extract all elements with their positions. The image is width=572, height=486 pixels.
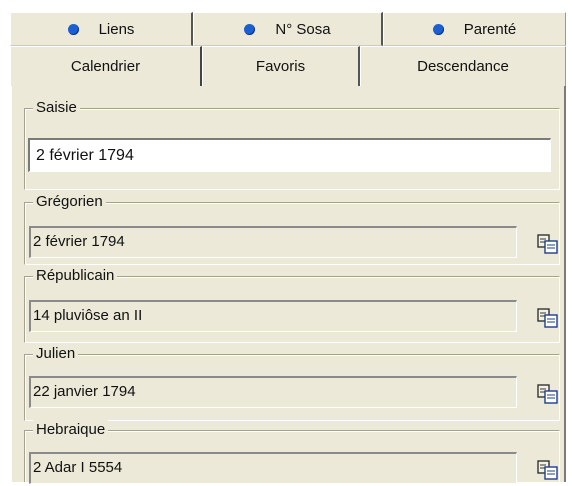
tab-label: N° Sosa (275, 20, 331, 38)
blue-dot-icon (67, 23, 79, 35)
gregorian-date-field[interactable]: 2 février 1794 (29, 226, 517, 258)
julian-date-field[interactable]: 22 janvier 1794 (29, 376, 517, 408)
date-input-field[interactable] (28, 138, 551, 172)
copy-to-clipboard-icon[interactable] (535, 306, 561, 330)
copy-to-clipboard-icon[interactable] (535, 232, 561, 256)
saisie-legend: Saisie (33, 98, 80, 118)
tab-label: Favoris (255, 58, 306, 75)
copy-to-clipboard-icon[interactable] (535, 382, 561, 406)
republican-legend: Républicain (33, 266, 118, 286)
tab-liens[interactable]: Liens (10, 12, 193, 46)
tab-row-top: Liens N° Sosa Parenté (10, 12, 566, 46)
tab-favoris[interactable]: Favoris (202, 46, 360, 86)
tab-label: Calendrier (70, 58, 141, 75)
hebrew-legend: Hebraique (33, 420, 109, 440)
tab-sosa[interactable]: N° Sosa (193, 12, 383, 46)
gregorian-legend: Grégorien (33, 192, 106, 212)
tab-label: Liens (98, 20, 135, 38)
calendar-window: Liens N° Sosa Parenté Calendrier Favoris… (0, 0, 572, 484)
tab-label: Descendance (417, 58, 509, 75)
republican-date-field[interactable]: 14 pluviôse an II (29, 300, 517, 332)
blue-dot-icon (432, 23, 444, 35)
tab-calendrier[interactable]: Calendrier (10, 46, 202, 86)
tab-row-bottom: Calendrier Favoris Descendance (10, 46, 566, 86)
calendar-panel: Saisie Grégorien 2 février 1794 Républic… (10, 86, 566, 484)
copy-to-clipboard-icon[interactable] (535, 458, 561, 482)
hebrew-date-field[interactable]: 2 Adar I 5554 (29, 452, 517, 484)
tab-parente[interactable]: Parenté (383, 12, 566, 46)
julian-legend: Julien (33, 344, 79, 364)
blue-dot-icon (244, 23, 256, 35)
tab-label: Parenté (463, 20, 517, 38)
tab-descendance[interactable]: Descendance (360, 46, 566, 86)
